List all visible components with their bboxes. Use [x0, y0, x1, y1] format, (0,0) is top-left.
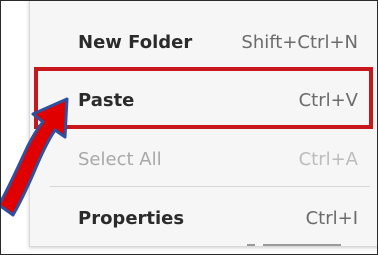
menu-item-label: New Folder: [78, 31, 193, 53]
menu-item-shortcut: Shift+Ctrl+N: [241, 31, 358, 53]
context-menu: New Folder Shift+Ctrl+N Paste Ctrl+V Sel…: [29, 1, 377, 247]
menu-item-label: Select All: [78, 148, 162, 170]
menu-item-label: Properties: [78, 207, 185, 229]
screenshot-frame: New Folder Shift+Ctrl+N Paste Ctrl+V Sel…: [0, 0, 378, 255]
menu-item-paste[interactable]: Paste Ctrl+V: [30, 73, 370, 127]
partial-underline: [247, 244, 255, 246]
menu-item-shortcut: Ctrl+I: [305, 207, 358, 229]
menu-item-shortcut: Ctrl+A: [298, 148, 358, 170]
menu-item-shortcut: Ctrl+V: [298, 89, 358, 111]
menu-item-properties[interactable]: Properties Ctrl+I: [30, 191, 370, 245]
partial-underline: [263, 244, 341, 246]
menu-separator: [50, 186, 370, 187]
menu-item-label: Paste: [78, 89, 135, 111]
menu-item-select-all[interactable]: Select All Ctrl+A: [30, 132, 370, 186]
menu-item-new-folder[interactable]: New Folder Shift+Ctrl+N: [30, 15, 370, 69]
